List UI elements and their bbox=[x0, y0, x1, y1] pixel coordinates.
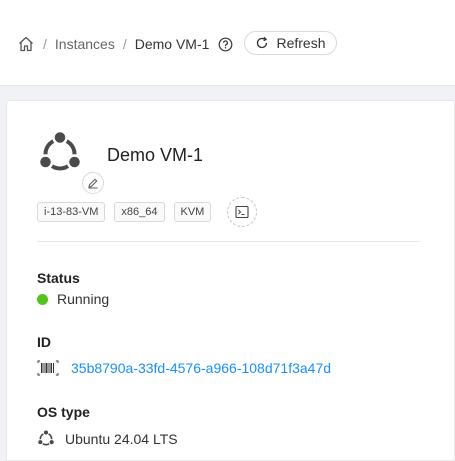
refresh-button[interactable]: Refresh bbox=[244, 31, 337, 55]
question-circle-icon[interactable] bbox=[218, 37, 233, 52]
breadcrumb-current: Demo VM-1 bbox=[134, 36, 210, 52]
breadcrumb: / Instances / Demo VM-1 bbox=[17, 33, 233, 55]
status-text: Running bbox=[57, 291, 110, 307]
ostype-text: Ubuntu 24.04 LTS bbox=[65, 431, 178, 447]
status-indicator bbox=[37, 293, 48, 305]
ostype-value: Ubuntu 24.04 LTS bbox=[37, 430, 178, 448]
console-button[interactable] bbox=[227, 197, 258, 227]
breadcrumb-separator: / bbox=[122, 36, 127, 52]
divider bbox=[37, 241, 420, 242]
instance-tags: i-13-83-VM x86_64 KVM bbox=[37, 197, 258, 227]
terminal-icon bbox=[235, 205, 249, 219]
refresh-label: Refresh bbox=[276, 35, 326, 51]
edit-button[interactable] bbox=[82, 172, 104, 194]
reload-icon bbox=[257, 36, 268, 49]
instance-id-link[interactable]: 35b8790a-33fd-4576-a966-108d71f3a47d bbox=[71, 360, 331, 376]
ubuntu-logo-icon bbox=[37, 131, 83, 171]
breadcrumb-instances-link[interactable]: Instances bbox=[55, 36, 115, 52]
id-label: ID bbox=[37, 334, 51, 350]
home-icon[interactable] bbox=[17, 35, 35, 53]
instance-card: Demo VM-1 i-13-83-VM x86_64 KVM Status R… bbox=[6, 100, 455, 461]
edit-icon bbox=[88, 178, 98, 189]
breadcrumb-separator: / bbox=[43, 36, 47, 52]
top-bar: / Instances / Demo VM-1 Refresh bbox=[0, 0, 455, 86]
tag-architecture: x86_64 bbox=[114, 202, 165, 222]
id-value: 35b8790a-33fd-4576-a966-108d71f3a47d bbox=[37, 360, 331, 376]
tag-hypervisor: KVM bbox=[173, 202, 212, 222]
status-label: Status bbox=[37, 270, 80, 286]
status-value: Running bbox=[37, 291, 109, 307]
tag-instance-id: i-13-83-VM bbox=[37, 202, 106, 222]
ostype-label: OS type bbox=[37, 404, 90, 420]
barcode-icon[interactable] bbox=[37, 360, 59, 376]
ubuntu-logo-icon bbox=[37, 430, 55, 446]
instance-name: Demo VM-1 bbox=[107, 145, 204, 165]
